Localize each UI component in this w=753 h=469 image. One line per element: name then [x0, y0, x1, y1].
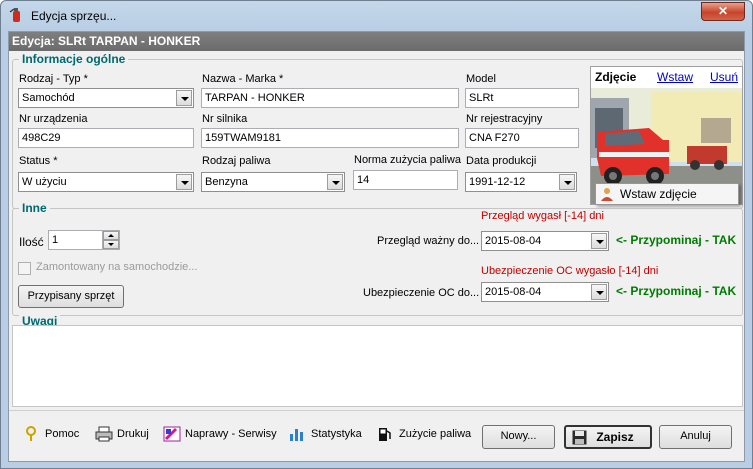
general-info-title: Informacje ogólne: [19, 52, 129, 66]
prod-date-value: 1991-12-12: [469, 176, 526, 188]
repairs-icon: [163, 426, 181, 442]
user-photo-icon: [601, 188, 613, 201]
fuel-pump-icon: [379, 428, 391, 441]
insurance-date-picker[interactable]: 2015-08-04: [481, 282, 609, 302]
insert-photo-link[interactable]: Wstaw: [657, 70, 693, 84]
fuel-usage-button[interactable]: Zużycie paliwa: [377, 423, 471, 445]
help-button[interactable]: Pomoc: [23, 423, 79, 445]
save-disk-icon: [572, 430, 587, 445]
save-label: Zapisz: [596, 430, 634, 444]
cancel-button[interactable]: Anuluj: [659, 425, 732, 449]
statistics-button[interactable]: Statystyka: [289, 423, 362, 445]
quantity-value: 1: [52, 234, 59, 246]
chevron-down-icon[interactable]: [559, 174, 575, 190]
chevron-down-icon[interactable]: [176, 90, 192, 106]
chevron-down-icon[interactable]: [327, 174, 343, 190]
type-select[interactable]: Samochód: [18, 88, 194, 108]
inspection-expired-warning: Przegląd wygasł [-14] dni: [481, 210, 604, 222]
window-title: Edycja sprzęu...: [31, 9, 117, 23]
statistics-label: Statystyka: [311, 428, 362, 440]
chevron-down-icon[interactable]: [591, 233, 607, 249]
type-label: Rodzaj - Typ *: [19, 73, 88, 85]
repairs-button[interactable]: Naprawy - Serwisy: [163, 423, 277, 445]
photo-title: Zdjęcie: [595, 70, 637, 84]
print-button[interactable]: Drukuj: [95, 423, 149, 445]
prod-date-label: Data produkcji: [466, 155, 537, 167]
quantity-stepper[interactable]: 1: [48, 230, 120, 250]
notes-field[interactable]: [12, 325, 743, 407]
statistics-icon: [290, 429, 303, 441]
status-select[interactable]: W użyciu: [18, 172, 194, 192]
insurance-reminder[interactable]: <- Przypominaj - TAK: [616, 284, 736, 298]
type-value: Samochód: [22, 92, 75, 104]
prod-date-picker[interactable]: 1991-12-12: [465, 172, 577, 192]
engine-no-field[interactable]: 159TWAM9181: [201, 128, 459, 148]
fuel-label: Rodzaj paliwa: [202, 155, 271, 167]
fuel-norm-label: Norma zużycia paliwa: [354, 154, 461, 166]
fuel-select[interactable]: Benzyna: [201, 172, 345, 192]
device-no-label: Nr urządzenia: [19, 113, 88, 125]
save-button[interactable]: Zapisz: [564, 425, 652, 449]
model-label: Model: [466, 73, 496, 85]
insert-photo-menu-label: Wstaw zdjęcie: [620, 187, 697, 201]
bottom-toolbar: Pomoc Drukuj Naprawy - Serwisy Statystyk…: [9, 410, 744, 461]
inspection-reminder[interactable]: <- Przypominaj - TAK: [616, 233, 736, 247]
dialog-window: Edycja sprzęu... ✕ Edycja: SLRt TARPAN -…: [0, 0, 753, 469]
name-field[interactable]: TARPAN - HONKER: [201, 88, 459, 108]
fuel-usage-label: Zużycie paliwa: [399, 428, 472, 440]
help-key-icon: [26, 426, 36, 441]
close-button[interactable]: ✕: [701, 2, 745, 21]
printer-icon: [95, 426, 113, 442]
insert-photo-menu-item[interactable]: Wstaw zdjęcie: [595, 183, 739, 205]
photo-header: Zdjęcie Wstaw Usuń: [591, 67, 742, 87]
chevron-down-icon[interactable]: [591, 284, 607, 300]
fire-extinguisher-icon: [9, 8, 20, 22]
name-label: Nazwa - Marka *: [202, 73, 284, 85]
assigned-equipment-button[interactable]: Przypisany sprzęt: [18, 285, 124, 308]
quantity-spin[interactable]: [102, 231, 119, 249]
inspection-date-value: 2015-08-04: [485, 235, 542, 247]
insurance-label: Ubezpieczenie OC do...: [363, 287, 480, 299]
inspection-label: Przegląd ważny do...: [377, 235, 480, 247]
insurance-expired-warning: Ubezpieczenie OC wygasło [-14] dni: [481, 265, 659, 277]
engine-no-label: Nr silnika: [202, 113, 248, 125]
help-label: Pomoc: [45, 428, 80, 440]
new-button[interactable]: Nowy...: [482, 425, 555, 449]
mounted-checkbox[interactable]: [18, 262, 31, 275]
other-group-title: Inne: [19, 201, 50, 215]
repairs-label: Naprawy - Serwisy: [185, 428, 277, 440]
model-field[interactable]: SLRt: [465, 88, 579, 108]
device-no-field[interactable]: 498C29: [18, 128, 194, 148]
quantity-label: Ilość: [19, 235, 44, 249]
title-bar[interactable]: Edycja sprzęu... ✕: [1, 1, 752, 31]
dialog-body: Edycja: SLRt TARPAN - HONKER Informacje …: [8, 31, 745, 462]
spin-up-icon[interactable]: [103, 231, 119, 240]
status-label: Status *: [19, 155, 58, 167]
fuel-value: Benzyna: [205, 176, 248, 188]
mounted-label: Zamontowany na samochodzie...: [36, 261, 198, 273]
spin-down-icon[interactable]: [103, 240, 119, 249]
reg-no-label: Nr rejestracyjny: [466, 113, 543, 125]
fuel-norm-field[interactable]: 14: [353, 170, 458, 190]
inspection-date-picker[interactable]: 2015-08-04: [481, 231, 609, 251]
print-label: Drukuj: [117, 428, 149, 440]
insurance-date-value: 2015-08-04: [485, 286, 542, 298]
status-value: W użyciu: [22, 176, 67, 188]
record-header: Edycja: SLRt TARPAN - HONKER: [9, 32, 744, 51]
chevron-down-icon[interactable]: [176, 174, 192, 190]
reg-no-field[interactable]: CNA F270: [465, 128, 579, 148]
delete-photo-link[interactable]: Usuń: [710, 70, 738, 84]
